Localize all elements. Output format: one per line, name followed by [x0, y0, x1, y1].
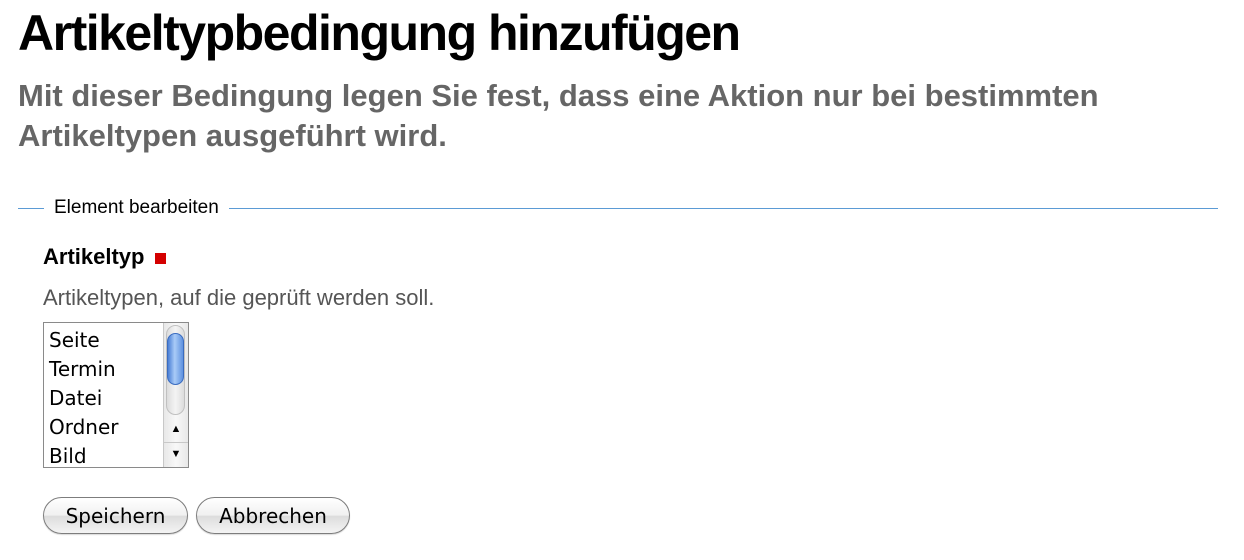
- save-button[interactable]: Speichern: [43, 497, 188, 534]
- scroll-up-arrow-icon[interactable]: ▲: [164, 418, 188, 440]
- scrollbar-thumb[interactable]: [167, 333, 184, 385]
- cancel-button[interactable]: Abbrechen: [196, 497, 350, 534]
- listbox-options: Seite Termin Datei Ordner Bild: [44, 326, 164, 467]
- listbox-option[interactable]: Termin: [44, 355, 164, 384]
- required-icon: [155, 253, 167, 264]
- field-help-text: Artikeltypen, auf die geprüft werden sol…: [43, 285, 435, 310]
- article-type-listbox[interactable]: Seite Termin Datei Ordner Bild ▲ ▼: [43, 322, 189, 468]
- page-subtitle: Mit dieser Bedingung legen Sie fest, das…: [18, 78, 1099, 153]
- fieldset-legend: Element bearbeiten: [18, 196, 1218, 220]
- listbox-scrollbar[interactable]: ▲ ▼: [163, 323, 188, 467]
- listbox-option[interactable]: Bild: [44, 442, 164, 467]
- listbox-option[interactable]: Datei: [44, 384, 164, 413]
- scroll-down-arrow-icon[interactable]: ▼: [164, 442, 188, 465]
- field-label-text: Artikeltyp: [43, 244, 145, 269]
- page-title: Artikeltypbedingung hinzufügen: [18, 5, 741, 61]
- legend-line-right: [228, 207, 1218, 209]
- legend-text: Element bearbeiten: [54, 197, 219, 218]
- legend-line-left: [18, 207, 44, 209]
- field-label: Artikeltyp: [43, 244, 167, 270]
- listbox-option[interactable]: Ordner: [44, 413, 164, 442]
- listbox-option[interactable]: Seite: [44, 326, 164, 355]
